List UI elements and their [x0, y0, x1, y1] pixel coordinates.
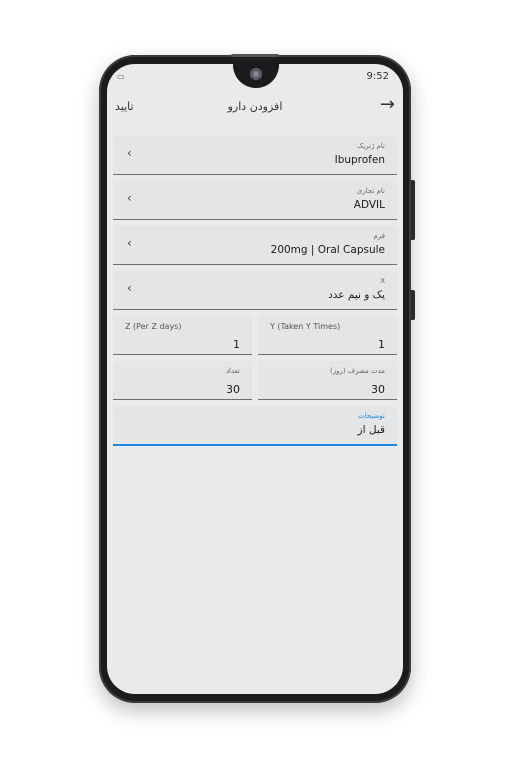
chevron-left-icon: ‹ [127, 146, 132, 160]
field-label: توضیحات [358, 412, 385, 420]
field-value: 1 [233, 338, 240, 351]
status-time: 9:52 [366, 71, 389, 82]
signal-icon: ▭ [117, 72, 125, 81]
duration-field[interactable]: مدت مصرف (روز) 30 [258, 361, 397, 400]
camera-icon [250, 68, 262, 80]
field-value: یک و نیم عدد [328, 289, 385, 301]
notch [233, 64, 279, 88]
zy-row: Z (Per Z days) 1 Y (Taken Y Times) 1 [113, 316, 397, 355]
app-bar: تایید افزودن دارو → [107, 90, 403, 126]
field-value: ADVIL [353, 199, 385, 211]
field-value: 1 [378, 338, 385, 351]
chevron-left-icon: ‹ [127, 281, 132, 295]
field-value: 30 [371, 383, 385, 396]
field-label: نام ژنریک [356, 142, 385, 150]
arrow-right-icon[interactable]: → [380, 94, 395, 115]
field-label: Y (Taken Y Times) [270, 322, 341, 331]
y-field[interactable]: Y (Taken Y Times) 1 [258, 316, 397, 355]
field-label: تعداد [225, 367, 240, 375]
chevron-left-icon: ‹ [127, 191, 132, 205]
field-value: 30 [226, 383, 240, 396]
power-button [411, 290, 415, 320]
field-value: 200mg | Oral Capsule [270, 244, 385, 256]
volume-button [411, 180, 415, 240]
field-label: Z (Per Z days) [125, 322, 182, 331]
phone-frame: ▭ 9:52 تایید افزودن دارو → ‹ نام ژنریک I… [99, 54, 415, 703]
brand-name-field[interactable]: ‹ نام تجاری ADVIL [113, 181, 397, 220]
generic-name-field[interactable]: ‹ نام ژنریک Ibuprofen [113, 136, 397, 175]
screen: ▭ 9:52 تایید افزودن دارو → ‹ نام ژنریک I… [107, 64, 403, 694]
field-label: نام تجاری [356, 187, 385, 195]
page-title: افزودن دارو [227, 100, 283, 113]
field-value: قبل از [357, 424, 385, 436]
chevron-left-icon: ‹ [127, 236, 132, 250]
field-label: فرم [373, 232, 385, 240]
speaker-slit [231, 54, 279, 57]
count-field[interactable]: تعداد 30 [113, 361, 252, 400]
field-label: مدت مصرف (روز) [329, 367, 385, 375]
count-duration-row: تعداد 30 مدت مصرف (روز) 30 [113, 361, 397, 400]
form-field[interactable]: ‹ فرم 200mg | Oral Capsule [113, 226, 397, 265]
z-field[interactable]: Z (Per Z days) 1 [113, 316, 252, 355]
field-value: Ibuprofen [334, 154, 385, 166]
notes-field[interactable]: توضیحات قبل از [113, 406, 397, 446]
field-label: X [380, 277, 385, 285]
x-field[interactable]: ‹ X یک و نیم عدد [113, 271, 397, 310]
form: ‹ نام ژنریک Ibuprofen ‹ نام تجاری ADVIL … [113, 136, 397, 452]
